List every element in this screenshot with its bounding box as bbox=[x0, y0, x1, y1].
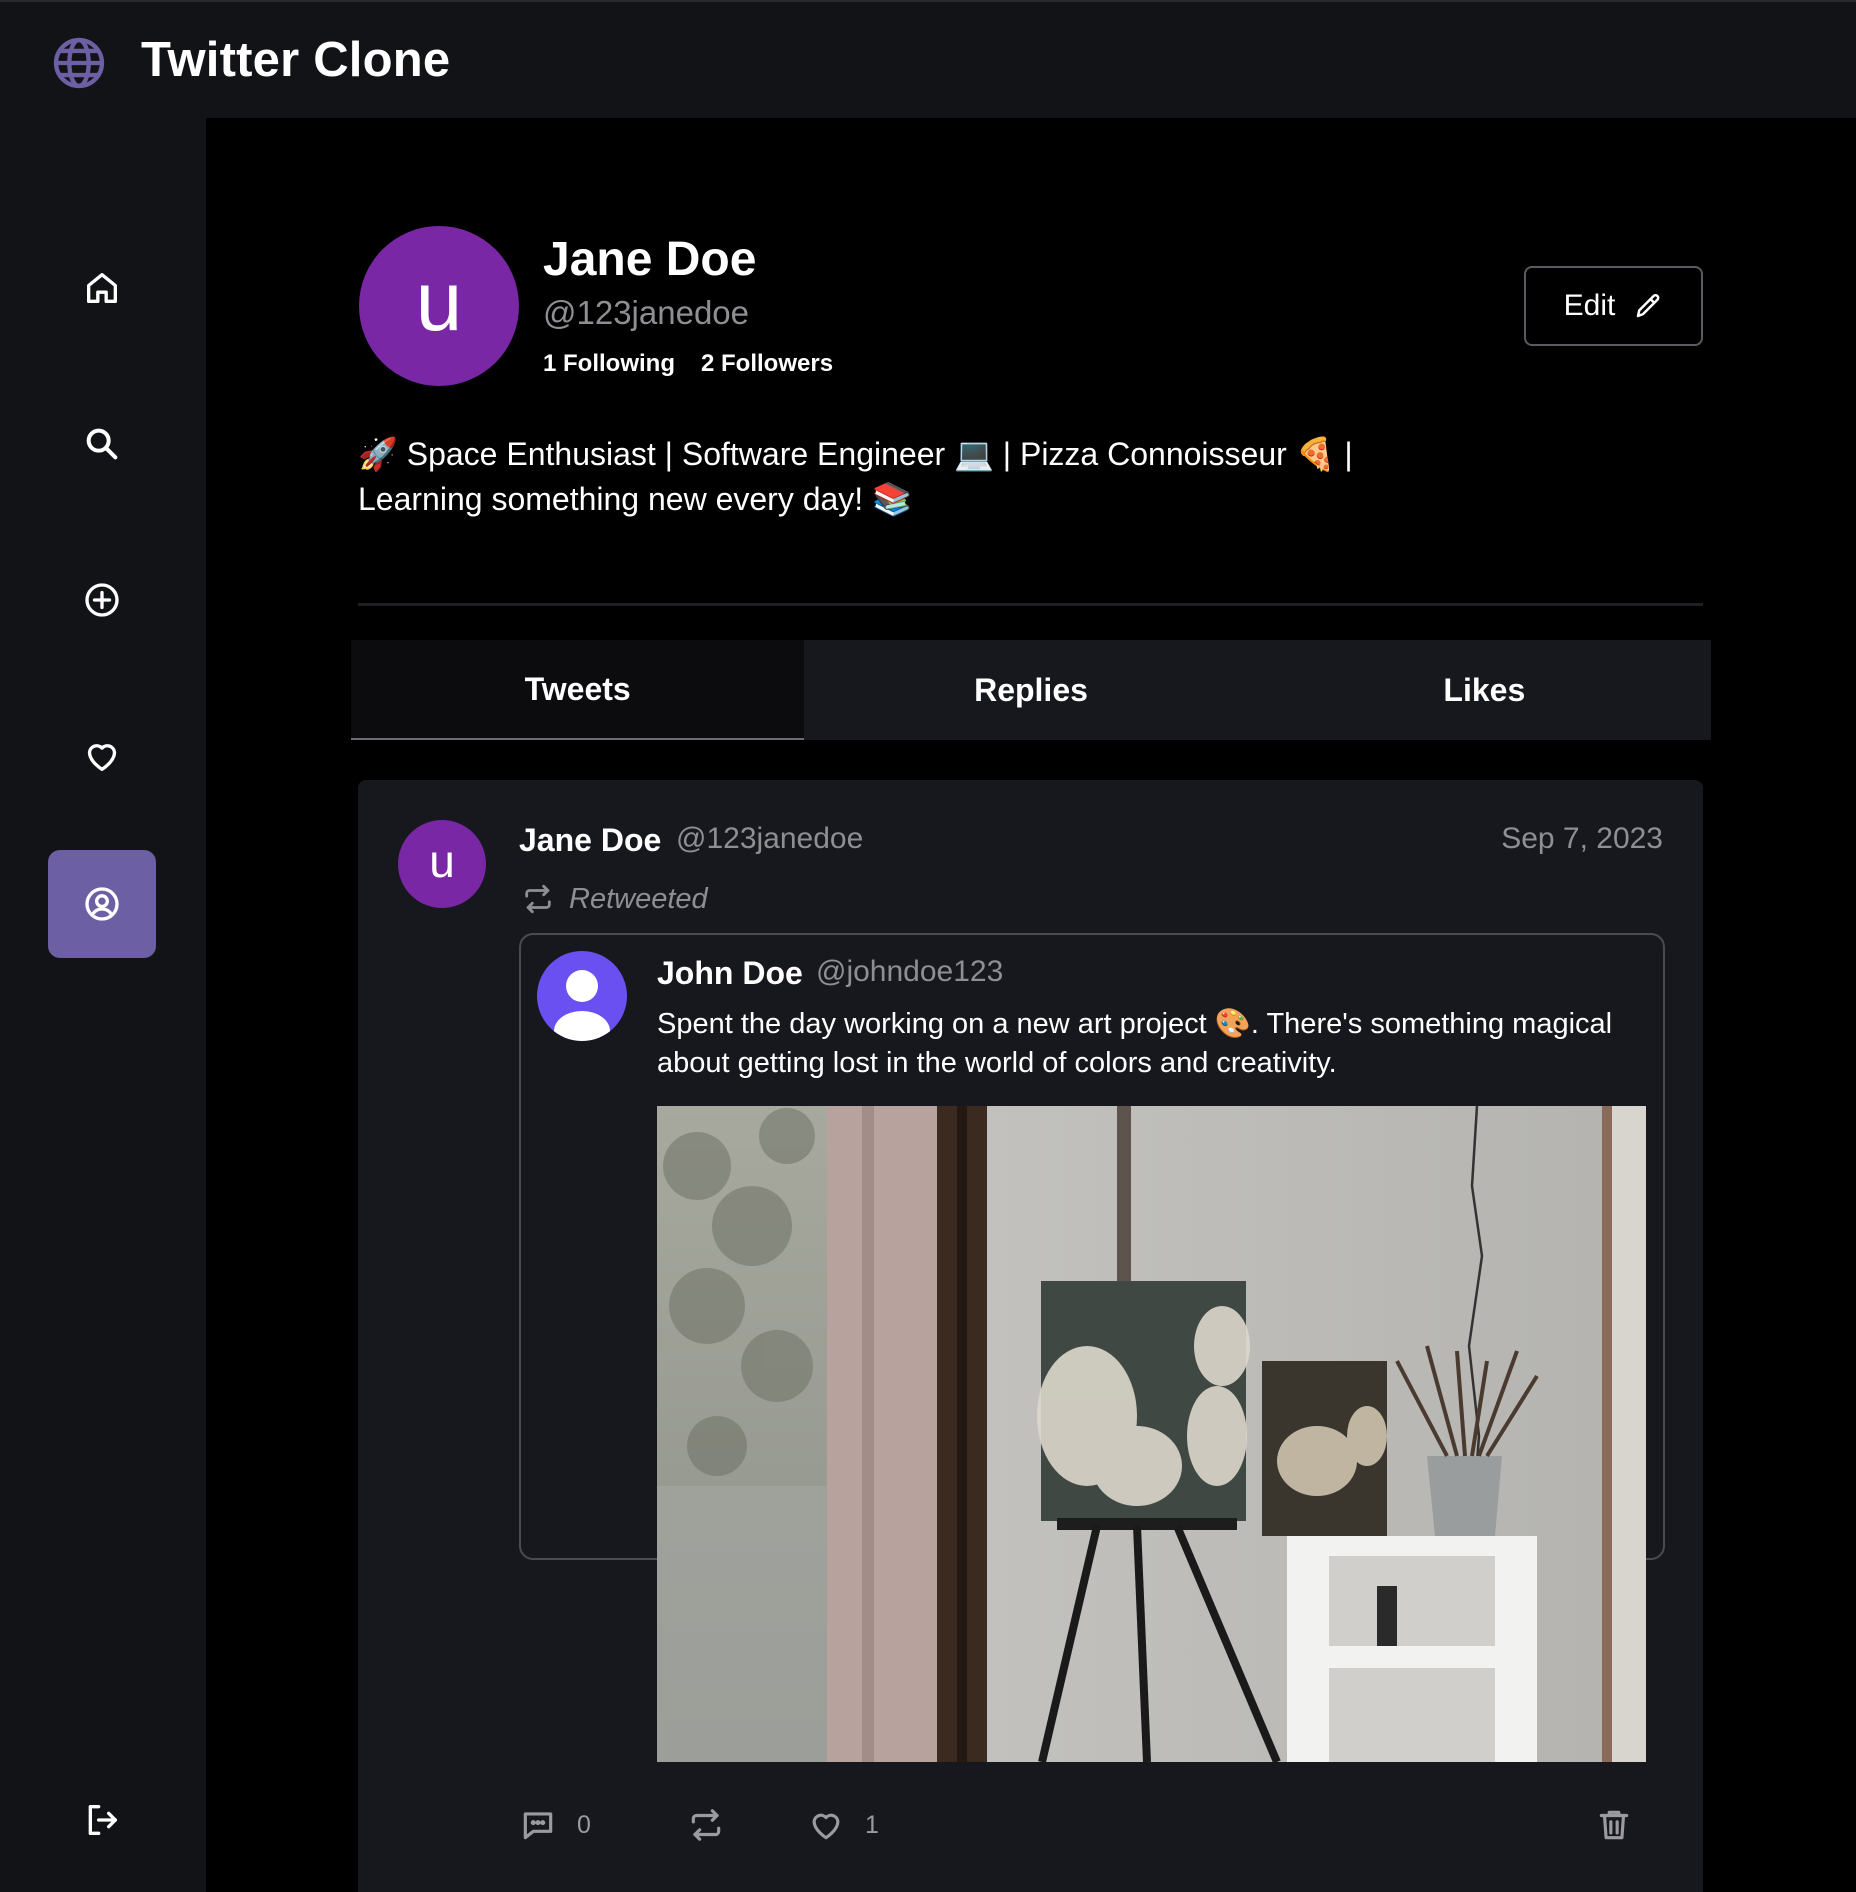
app-title: Twitter Clone bbox=[141, 33, 451, 87]
edit-profile-button[interactable]: Edit bbox=[1524, 266, 1703, 346]
profile-avatar: u bbox=[359, 226, 519, 386]
like-button[interactable]: 1 bbox=[807, 1806, 879, 1844]
tab-replies[interactable]: Replies bbox=[804, 640, 1257, 740]
tab-likes[interactable]: Likes bbox=[1258, 640, 1711, 740]
divider bbox=[358, 603, 1703, 606]
globe-icon bbox=[53, 37, 105, 89]
profile-tabs: Tweets Replies Likes bbox=[351, 640, 1711, 740]
search-icon bbox=[86, 428, 118, 460]
followers-link[interactable]: 2 Followers bbox=[701, 350, 833, 378]
bio-line-1: 🚀 Space Enthusiast | Software Engineer 💻… bbox=[358, 436, 1353, 472]
delete-button[interactable] bbox=[1595, 1806, 1633, 1844]
tweet-author-name[interactable]: Jane Doe bbox=[519, 822, 661, 859]
follow-stats: 1 Following 2 Followers bbox=[543, 350, 833, 378]
top-bar: Twitter Clone bbox=[0, 0, 1856, 118]
quoted-author-name[interactable]: John Doe bbox=[657, 955, 803, 992]
profile-name: Jane Doe bbox=[543, 233, 757, 286]
quoted-tweet[interactable]: John Doe @johndoe123 Spent the day worki… bbox=[519, 933, 1665, 1762]
retweet-icon bbox=[525, 884, 551, 914]
comment-button[interactable]: 0 bbox=[519, 1806, 591, 1844]
profile-handle: @123janedoe bbox=[543, 294, 750, 331]
retweet-label: Retweeted bbox=[569, 882, 708, 915]
home-icon bbox=[87, 273, 118, 303]
profile-avatar-letter: u bbox=[415, 254, 463, 348]
sidebar-item-likes[interactable] bbox=[48, 702, 156, 810]
heart-icon bbox=[812, 1813, 840, 1840]
tweet-card[interactable]: u Jane Doe @123janedoe Sep 7, 2023 Retwe… bbox=[358, 780, 1703, 1892]
profile-bio: 🚀 Space Enthusiast | Software Engineer 💻… bbox=[358, 432, 1418, 522]
retweet-indicator: Retweeted bbox=[521, 882, 708, 916]
user-circle-icon bbox=[85, 887, 119, 921]
comment-count: 0 bbox=[577, 1810, 591, 1839]
tweet-avatar[interactable]: u bbox=[398, 820, 486, 908]
quoted-avatar[interactable] bbox=[537, 951, 627, 1041]
default-user-icon bbox=[554, 970, 610, 1041]
sidebar-item-profile[interactable] bbox=[48, 850, 156, 958]
logout-button[interactable] bbox=[48, 1766, 156, 1874]
tweet-date: Sep 7, 2023 bbox=[1501, 822, 1663, 855]
bio-line-2: Learning something new every day! 📚 bbox=[358, 481, 912, 517]
plus-circle-icon bbox=[85, 583, 119, 617]
following-link[interactable]: 1 Following bbox=[543, 350, 675, 378]
easel-painting-image[interactable] bbox=[657, 1106, 1646, 1762]
sidebar-item-create[interactable] bbox=[48, 546, 156, 654]
easel-painting-illustration bbox=[657, 1106, 1646, 1762]
sidebar-item-search[interactable] bbox=[48, 390, 156, 498]
sidebar-item-home[interactable] bbox=[48, 234, 156, 342]
edit-button-label: Edit bbox=[1563, 289, 1616, 322]
pencil-icon bbox=[1637, 293, 1660, 318]
quoted-author-handle: @johndoe123 bbox=[816, 955, 1004, 988]
trash-icon bbox=[1599, 1810, 1629, 1840]
tweet-author-handle: @123janedoe bbox=[676, 822, 864, 855]
tab-tweets[interactable]: Tweets bbox=[351, 640, 805, 740]
tweet-actions: 0 1 bbox=[519, 1806, 1665, 1856]
like-count: 1 bbox=[865, 1810, 879, 1839]
retweet-icon bbox=[691, 1809, 721, 1841]
retweet-button[interactable] bbox=[687, 1806, 725, 1844]
logout-icon bbox=[88, 1805, 118, 1835]
sidebar bbox=[0, 118, 206, 1892]
tweet-avatar-letter: u bbox=[429, 835, 455, 887]
quoted-tweet-text: Spent the day working on a new art proje… bbox=[657, 1008, 1613, 1079]
heart-icon bbox=[87, 744, 117, 771]
comment-icon bbox=[523, 1812, 553, 1840]
